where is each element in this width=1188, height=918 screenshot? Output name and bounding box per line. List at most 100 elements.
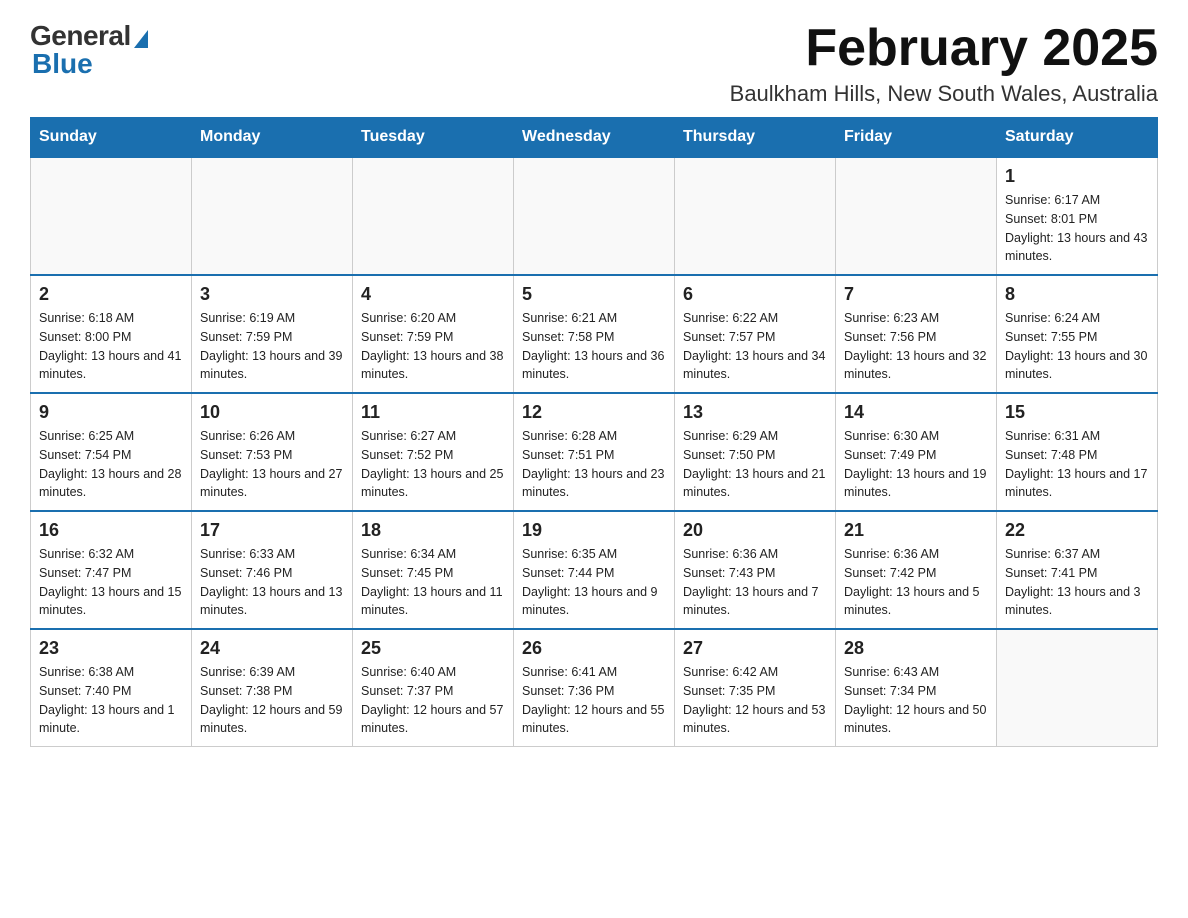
day-number: 7 [844, 284, 988, 305]
title-section: February 2025 Baulkham Hills, New South … [730, 20, 1158, 107]
calendar-cell: 15 Sunrise: 6:31 AM Sunset: 7:48 PM Dayli… [997, 393, 1158, 511]
calendar-cell: 26 Sunrise: 6:41 AM Sunset: 7:36 PM Dayli… [514, 629, 675, 747]
calendar-header-row: SundayMondayTuesdayWednesdayThursdayFrid… [31, 118, 1158, 158]
calendar-cell: 17Sunrise: 6:33 AM Sunset: 7:46 PM Dayli… [192, 511, 353, 629]
day-info: Sunrise: 6:40 AM Sunset: 7:37 PM Dayligh… [361, 663, 505, 738]
day-info: Sunrise: 6:36 AM Sunset: 7:43 PM Dayligh… [683, 545, 827, 620]
calendar-cell: 25 Sunrise: 6:40 AM Sunset: 7:37 PM Dayli… [353, 629, 514, 747]
day-number: 24 [200, 638, 344, 659]
calendar-cell: 18Sunrise: 6:34 AM Sunset: 7:45 PM Dayli… [353, 511, 514, 629]
calendar-cell [675, 157, 836, 275]
calendar-cell: 14 Sunrise: 6:30 AM Sunset: 7:49 PM Dayli… [836, 393, 997, 511]
day-info: Sunrise: 6:25 AM Sunset: 7:54 PM Dayligh… [39, 427, 183, 502]
calendar-header-sunday: Sunday [31, 118, 192, 158]
calendar-table: SundayMondayTuesdayWednesdayThursdayFrid… [30, 117, 1158, 747]
day-number: 19 [522, 520, 666, 541]
day-info: Sunrise: 6:32 AM Sunset: 7:47 PM Dayligh… [39, 545, 183, 620]
calendar-cell: 27 Sunrise: 6:42 AM Sunset: 7:35 PM Dayli… [675, 629, 836, 747]
calendar-cell: 16 Sunrise: 6:32 AM Sunset: 7:47 PM Dayli… [31, 511, 192, 629]
day-info: Sunrise: 6:22 AM Sunset: 7:57 PM Dayligh… [683, 309, 827, 384]
day-info: Sunrise: 6:36 AM Sunset: 7:42 PM Dayligh… [844, 545, 988, 620]
day-number: 1 [1005, 166, 1149, 187]
calendar-header-thursday: Thursday [675, 118, 836, 158]
calendar-cell: 5Sunrise: 6:21 AM Sunset: 7:58 PM Daylig… [514, 275, 675, 393]
calendar-header-friday: Friday [836, 118, 997, 158]
day-info: Sunrise: 6:23 AM Sunset: 7:56 PM Dayligh… [844, 309, 988, 384]
day-number: 12 [522, 402, 666, 423]
calendar-cell: 6 Sunrise: 6:22 AM Sunset: 7:57 PM Daylig… [675, 275, 836, 393]
day-number: 6 [683, 284, 827, 305]
day-number: 27 [683, 638, 827, 659]
calendar-cell: 21 Sunrise: 6:36 AM Sunset: 7:42 PM Dayli… [836, 511, 997, 629]
day-info: Sunrise: 6:18 AM Sunset: 8:00 PM Dayligh… [39, 309, 183, 384]
calendar-cell [997, 629, 1158, 747]
day-info: Sunrise: 6:28 AM Sunset: 7:51 PM Dayligh… [522, 427, 666, 502]
calendar-cell: 19Sunrise: 6:35 AM Sunset: 7:44 PM Dayli… [514, 511, 675, 629]
calendar-cell: 11 Sunrise: 6:27 AM Sunset: 7:52 PM Dayli… [353, 393, 514, 511]
logo-triangle-icon [134, 30, 148, 48]
calendar-cell: 1 Sunrise: 6:17 AM Sunset: 8:01 PM Daylig… [997, 157, 1158, 275]
day-number: 13 [683, 402, 827, 423]
day-number: 20 [683, 520, 827, 541]
day-number: 26 [522, 638, 666, 659]
day-number: 17 [200, 520, 344, 541]
day-number: 9 [39, 402, 183, 423]
day-info: Sunrise: 6:42 AM Sunset: 7:35 PM Dayligh… [683, 663, 827, 738]
day-number: 3 [200, 284, 344, 305]
logo: General Blue [30, 20, 148, 80]
day-info: Sunrise: 6:24 AM Sunset: 7:55 PM Dayligh… [1005, 309, 1149, 384]
day-info: Sunrise: 6:27 AM Sunset: 7:52 PM Dayligh… [361, 427, 505, 502]
day-info: Sunrise: 6:20 AM Sunset: 7:59 PM Dayligh… [361, 309, 505, 384]
day-number: 28 [844, 638, 988, 659]
calendar-cell: 4 Sunrise: 6:20 AM Sunset: 7:59 PM Daylig… [353, 275, 514, 393]
calendar-week-row: 23 Sunrise: 6:38 AM Sunset: 7:40 PM Dayli… [31, 629, 1158, 747]
day-info: Sunrise: 6:43 AM Sunset: 7:34 PM Dayligh… [844, 663, 988, 738]
calendar-week-row: 9 Sunrise: 6:25 AM Sunset: 7:54 PM Daylig… [31, 393, 1158, 511]
day-info: Sunrise: 6:30 AM Sunset: 7:49 PM Dayligh… [844, 427, 988, 502]
calendar-cell [836, 157, 997, 275]
day-number: 10 [200, 402, 344, 423]
calendar-week-row: 2 Sunrise: 6:18 AM Sunset: 8:00 PM Daylig… [31, 275, 1158, 393]
calendar-cell [31, 157, 192, 275]
month-title: February 2025 [730, 20, 1158, 77]
day-number: 21 [844, 520, 988, 541]
day-number: 4 [361, 284, 505, 305]
calendar-cell: 28 Sunrise: 6:43 AM Sunset: 7:34 PM Dayli… [836, 629, 997, 747]
calendar-cell: 22Sunrise: 6:37 AM Sunset: 7:41 PM Dayli… [997, 511, 1158, 629]
calendar-header-saturday: Saturday [997, 118, 1158, 158]
logo-blue-text: Blue [32, 48, 93, 80]
calendar-cell: 10 Sunrise: 6:26 AM Sunset: 7:53 PM Dayli… [192, 393, 353, 511]
day-info: Sunrise: 6:19 AM Sunset: 7:59 PM Dayligh… [200, 309, 344, 384]
day-info: Sunrise: 6:17 AM Sunset: 8:01 PM Dayligh… [1005, 191, 1149, 266]
calendar-cell: 8 Sunrise: 6:24 AM Sunset: 7:55 PM Daylig… [997, 275, 1158, 393]
calendar-header-wednesday: Wednesday [514, 118, 675, 158]
calendar-cell: 2 Sunrise: 6:18 AM Sunset: 8:00 PM Daylig… [31, 275, 192, 393]
day-number: 25 [361, 638, 505, 659]
day-number: 15 [1005, 402, 1149, 423]
calendar-cell: 3 Sunrise: 6:19 AM Sunset: 7:59 PM Daylig… [192, 275, 353, 393]
day-info: Sunrise: 6:31 AM Sunset: 7:48 PM Dayligh… [1005, 427, 1149, 502]
day-number: 2 [39, 284, 183, 305]
day-info: Sunrise: 6:41 AM Sunset: 7:36 PM Dayligh… [522, 663, 666, 738]
calendar-cell: 7 Sunrise: 6:23 AM Sunset: 7:56 PM Daylig… [836, 275, 997, 393]
day-number: 14 [844, 402, 988, 423]
page-header: General Blue February 2025 Baulkham Hill… [30, 20, 1158, 107]
day-info: Sunrise: 6:26 AM Sunset: 7:53 PM Dayligh… [200, 427, 344, 502]
location-subtitle: Baulkham Hills, New South Wales, Austral… [730, 81, 1158, 107]
calendar-cell [353, 157, 514, 275]
calendar-cell: 12 Sunrise: 6:28 AM Sunset: 7:51 PM Dayli… [514, 393, 675, 511]
day-number: 22 [1005, 520, 1149, 541]
day-info: Sunrise: 6:21 AM Sunset: 7:58 PM Dayligh… [522, 309, 666, 384]
calendar-cell: 24 Sunrise: 6:39 AM Sunset: 7:38 PM Dayli… [192, 629, 353, 747]
calendar-cell [192, 157, 353, 275]
calendar-header-monday: Monday [192, 118, 353, 158]
day-info: Sunrise: 6:39 AM Sunset: 7:38 PM Dayligh… [200, 663, 344, 738]
day-number: 8 [1005, 284, 1149, 305]
calendar-cell [514, 157, 675, 275]
day-number: 11 [361, 402, 505, 423]
calendar-cell: 23 Sunrise: 6:38 AM Sunset: 7:40 PM Dayli… [31, 629, 192, 747]
day-info: Sunrise: 6:38 AM Sunset: 7:40 PM Dayligh… [39, 663, 183, 738]
day-number: 16 [39, 520, 183, 541]
calendar-header-tuesday: Tuesday [353, 118, 514, 158]
day-number: 23 [39, 638, 183, 659]
